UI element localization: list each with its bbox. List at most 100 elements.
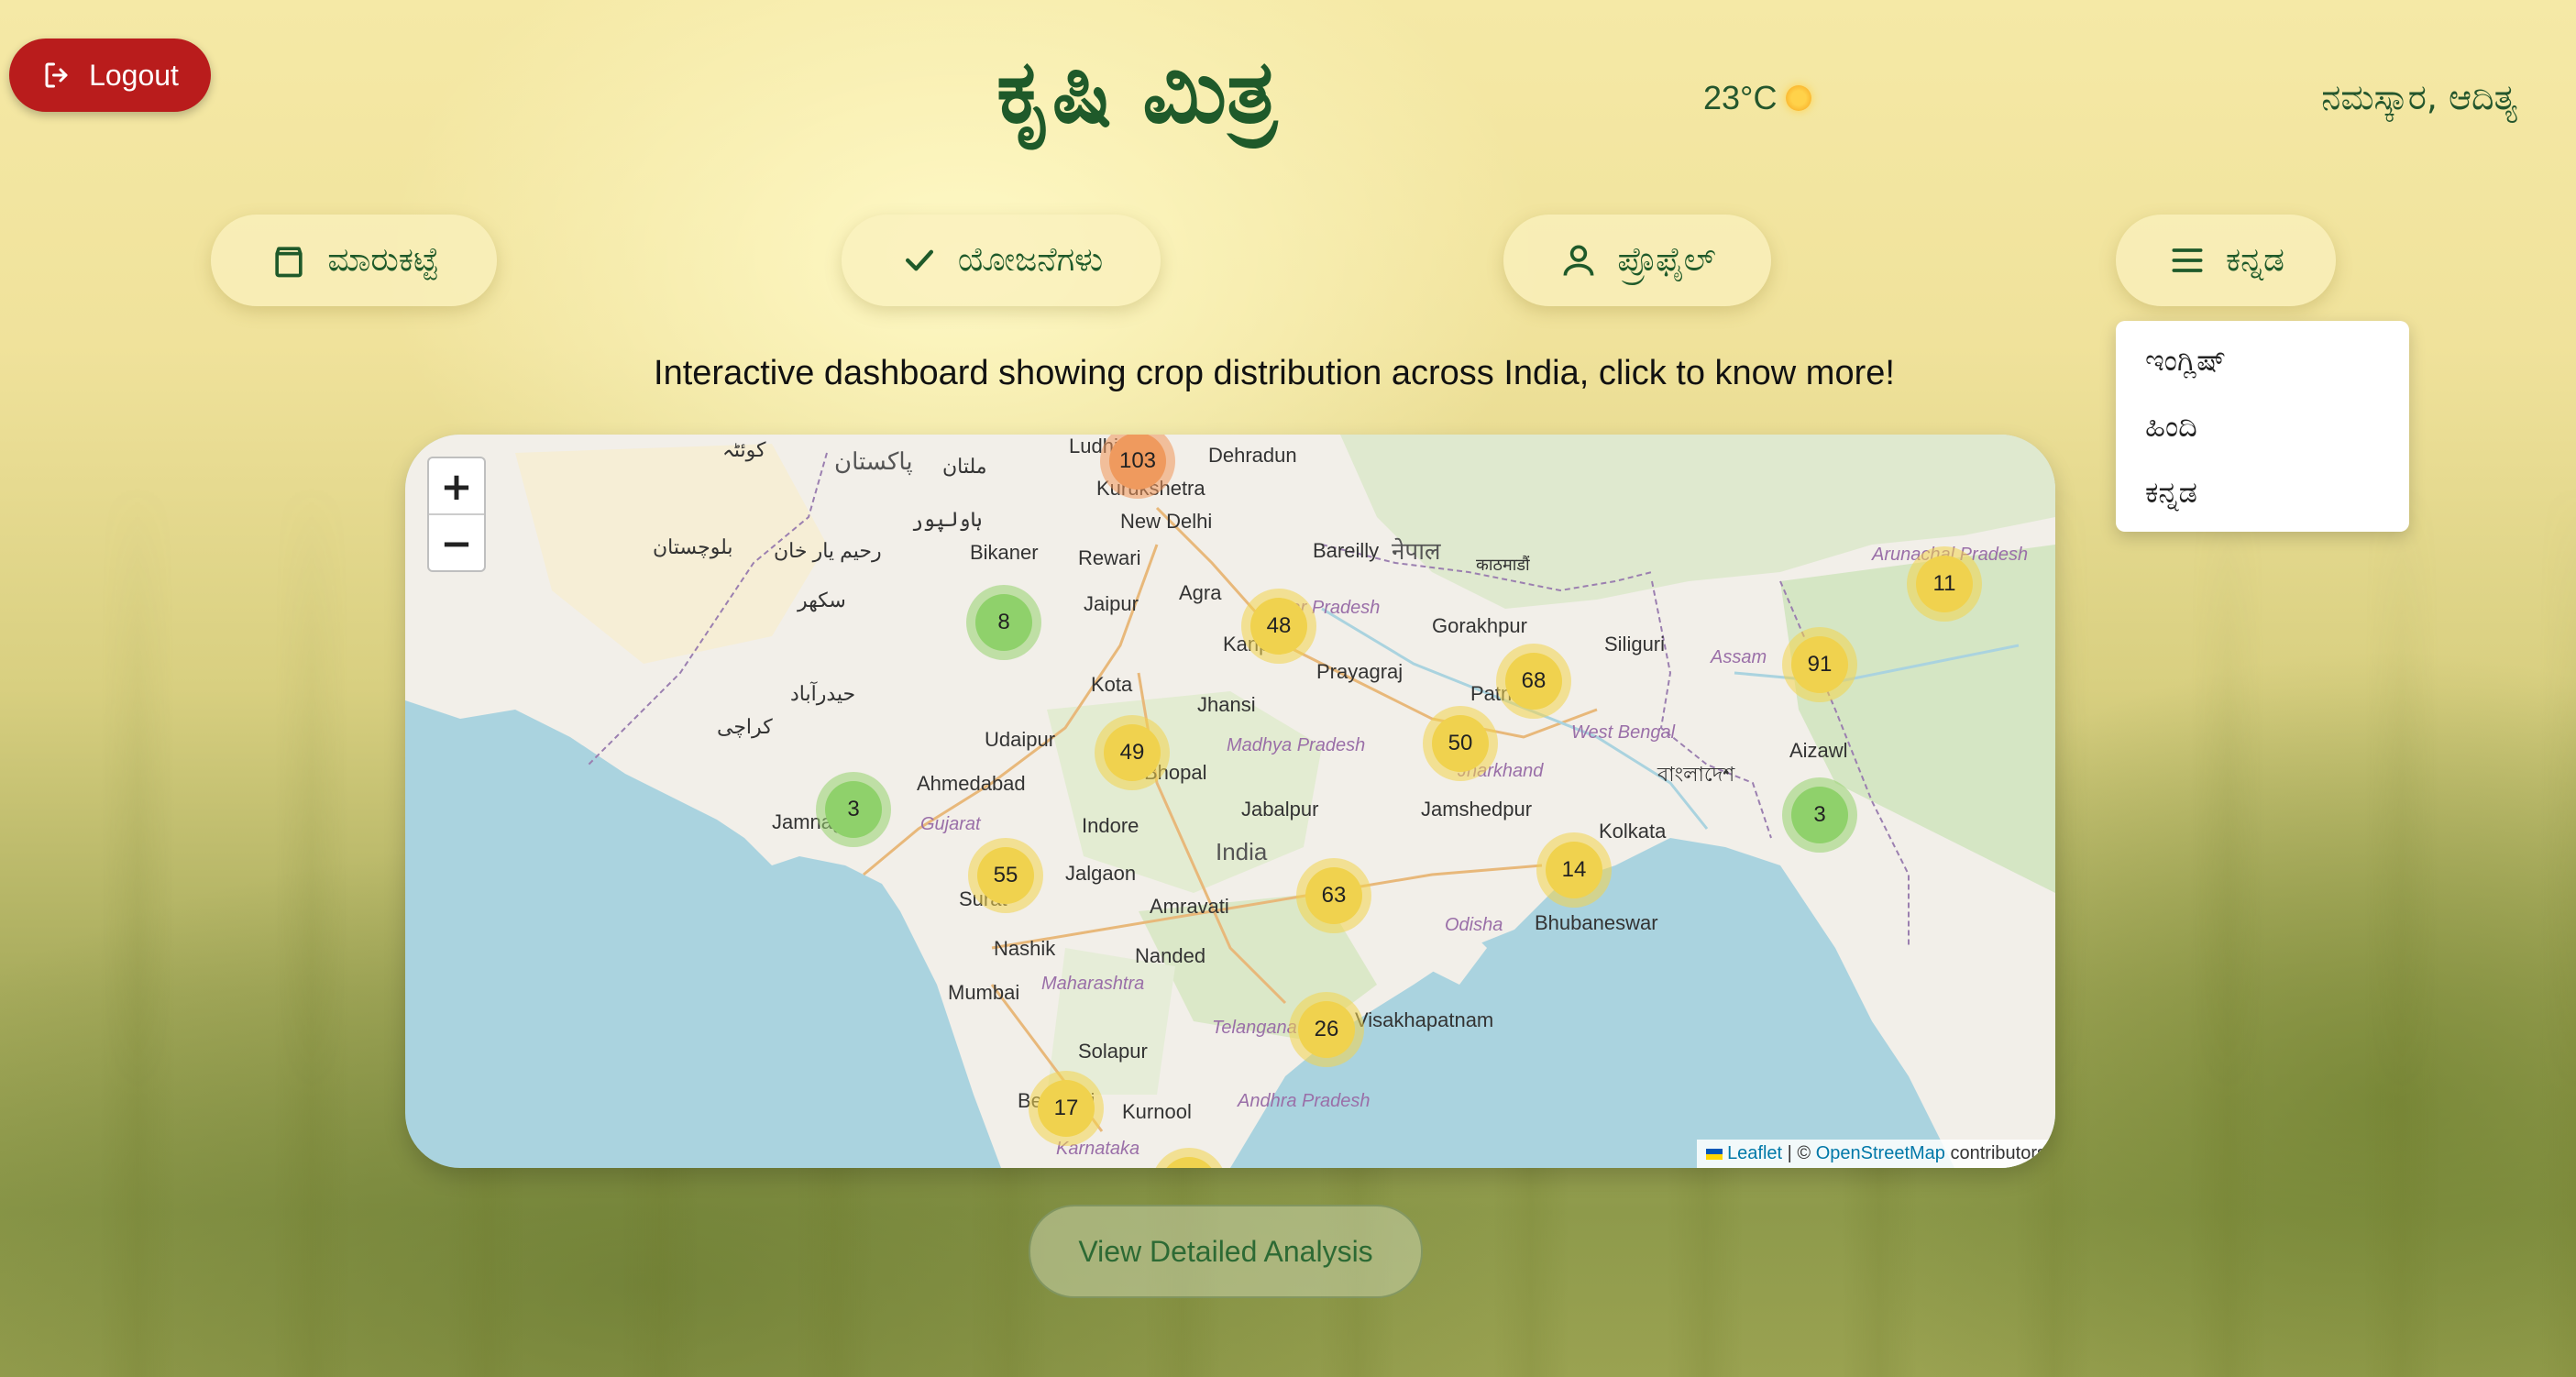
place-label: Bareilly [1313, 539, 1380, 562]
place-label: Nashik [994, 937, 1056, 960]
place-label: Agra [1179, 581, 1222, 604]
place-label: Bikaner [970, 541, 1039, 564]
place-label: Udaipur [985, 728, 1056, 751]
place-label: Gujarat [920, 814, 981, 834]
zoom-out-button[interactable]: − [429, 515, 484, 570]
crop-cluster-marker[interactable]: 49 [1095, 715, 1170, 790]
place-label: Jaipur [1084, 592, 1139, 615]
cluster-count: 103 [1109, 435, 1166, 490]
cluster-count: 48 [1250, 598, 1307, 655]
crop-map[interactable]: Ludhi Dehradun Kurukshetra New Delhi Bik… [405, 435, 2055, 1168]
cluster-count: 68 [1505, 653, 1562, 710]
place-label: Ahmedabad [917, 772, 1026, 795]
cluster-count: 55 [977, 847, 1034, 904]
place-label: Maharashtra [1041, 974, 1145, 994]
place-label: بلوچستان [653, 535, 733, 558]
menu-icon [2172, 248, 2203, 272]
place-label: Dehradun [1208, 444, 1297, 467]
nav-profile-label: ಪ್ರೊಫೈಲ್ [1617, 241, 1716, 279]
place-label: India [1216, 838, 1268, 865]
app-title: ಕೃಷಿ ಮಿತ್ರ [996, 40, 1277, 143]
language-option-kannada[interactable]: ಕನ್ನಡ [2145, 475, 2197, 511]
place-label: Jalgaon [1065, 862, 1137, 885]
cluster-count: 3 [1791, 787, 1848, 843]
place-label: Jhansi [1197, 693, 1256, 716]
crop-cluster-marker[interactable]: 63 [1296, 858, 1371, 933]
place-label: حیدرآباد [790, 682, 856, 705]
logout-icon [45, 62, 68, 88]
place-label: Aizawl [1789, 739, 1848, 762]
place-label: Telangana [1212, 1018, 1297, 1038]
place-label: پاکستان [834, 447, 913, 475]
leaflet-link[interactable]: Leaflet [1727, 1143, 1782, 1163]
crop-cluster-marker[interactable]: 48 [1241, 589, 1316, 664]
attribution-tail: contributors [1944, 1143, 2046, 1163]
crop-cluster-marker[interactable]: 50 [1423, 706, 1498, 781]
place-label: Amravati [1150, 895, 1229, 918]
cluster-count: 17 [1038, 1080, 1095, 1137]
osm-link[interactable]: OpenStreetMap [1816, 1143, 1945, 1163]
zoom-in-button[interactable]: + [429, 458, 484, 515]
place-label: کوئٹہ [722, 438, 766, 461]
place-label: كراچى [717, 715, 773, 738]
crop-cluster-marker[interactable]: 8 [966, 585, 1041, 660]
crop-cluster-marker[interactable]: 68 [1496, 644, 1571, 719]
language-option-hindi[interactable]: ಹಿಂದಿ [2145, 409, 2197, 445]
place-label: Nanded [1135, 944, 1206, 967]
place-label: Kurnool [1122, 1100, 1192, 1123]
place-label: नेपाल [1392, 537, 1441, 565]
logout-button[interactable]: Logout [9, 39, 211, 112]
place-label: Visakhapatnam [1355, 1008, 1494, 1031]
nav-schemes-button[interactable]: ಯೋಜನೆಗಳು [842, 215, 1161, 306]
place-label: Prayagraj [1316, 660, 1404, 683]
crop-cluster-marker[interactable]: 26 [1289, 992, 1364, 1067]
crop-cluster-marker[interactable]: 3 [1782, 777, 1857, 853]
language-dropdown: ಇಂಗ್ಲಿಷ್ ಹಿಂದಿ ಕನ್ನಡ [2116, 321, 2409, 532]
place-label: سکھر [798, 589, 846, 611]
place-label: Odisha [1445, 915, 1503, 935]
user-icon [1563, 245, 1594, 276]
check-icon [905, 249, 933, 271]
crop-cluster-marker[interactable]: 91 [1782, 627, 1857, 702]
place-label: Rewari [1078, 546, 1141, 569]
place-label: Andhra Pradesh [1238, 1091, 1371, 1111]
cluster-count: 3 [825, 781, 882, 838]
ukraine-flag-icon [1705, 1148, 1723, 1160]
sun-icon [1786, 85, 1812, 111]
place-label: Solapur [1078, 1040, 1148, 1063]
place-label: New Delhi [1120, 510, 1213, 533]
place-label: काठमाडौं [1476, 556, 1530, 574]
crop-cluster-marker[interactable]: 11 [1907, 546, 1982, 622]
place-label: Gorakhpur [1432, 614, 1527, 637]
cluster-count: 11 [1916, 556, 1973, 612]
place-label: Siliguri [1604, 633, 1666, 655]
cluster-count: 49 [1104, 724, 1161, 781]
cluster-count: 14 [1546, 842, 1602, 898]
nav-market-label: ಮಾರುಕಟ್ಟೆ [327, 241, 439, 279]
crop-cluster-marker[interactable]: 3 [816, 772, 891, 847]
crop-cluster-marker[interactable]: 14 [1536, 832, 1612, 908]
nav-profile-button[interactable]: ಪ್ರೊಫೈಲ್ [1503, 215, 1771, 306]
view-analysis-button[interactable]: View Detailed Analysis [1029, 1205, 1423, 1298]
cluster-count: 8 [975, 594, 1032, 651]
place-label: বাংলাদেশ [1657, 763, 1735, 786]
attribution-separator: | © [1782, 1143, 1816, 1163]
place-label: Mumbai [948, 981, 1020, 1004]
crop-cluster-marker[interactable]: 17 [1029, 1071, 1104, 1146]
nav-market-button[interactable]: ಮಾರುಕಟ್ಟೆ [211, 215, 497, 306]
place-label: Kolkata [1599, 820, 1667, 843]
place-label: Jamshedpur [1421, 798, 1533, 821]
place-label: Jabalpur [1241, 798, 1319, 821]
language-menu-button[interactable]: ಕನ್ನಡ [2116, 215, 2336, 306]
place-label: West Bengal [1571, 722, 1676, 743]
cluster-count: 50 [1432, 715, 1489, 772]
place-label: Madhya Pradesh [1227, 735, 1366, 755]
crop-cluster-marker[interactable]: 55 [968, 838, 1043, 913]
cluster-count: 91 [1791, 636, 1848, 693]
cluster-count: 63 [1305, 867, 1362, 924]
logout-label: Logout [89, 58, 179, 92]
place-label: ہاولپور [911, 508, 983, 531]
place-label: Assam [1711, 647, 1767, 667]
place-label: Indore [1082, 814, 1139, 837]
map-attribution: Leaflet | © OpenStreetMap contributors [1696, 1140, 2055, 1168]
